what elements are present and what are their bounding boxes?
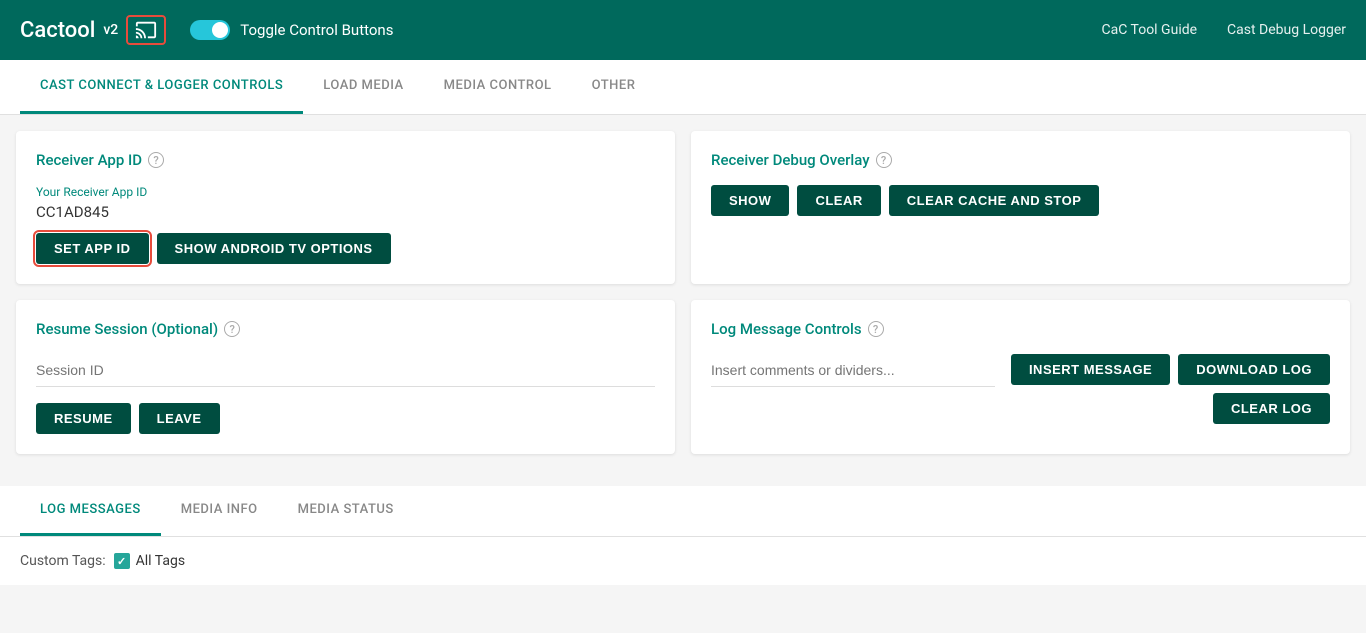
all-tags-checkbox[interactable] — [114, 553, 130, 569]
clear-cache-stop-button[interactable]: CLEAR CACHE AND STOP — [889, 185, 1100, 216]
main-content: Receiver App ID ? Your Receiver App ID C… — [0, 115, 1366, 486]
cast-icon-wrapper[interactable] — [126, 15, 166, 45]
cast-icon — [132, 19, 160, 41]
log-buttons-row-2: CLEAR LOG — [1213, 393, 1330, 424]
logo: Cactool v2 — [20, 15, 166, 45]
receiver-debug-buttons: SHOW CLEAR CLEAR CACHE AND STOP — [711, 185, 1330, 216]
insert-message-button[interactable]: INSERT MESSAGE — [1011, 354, 1170, 385]
bottom-cards-row: Resume Session (Optional) ? RESUME LEAVE… — [16, 300, 1350, 454]
resume-button[interactable]: RESUME — [36, 403, 131, 434]
receiver-debug-title: Receiver Debug Overlay ? — [711, 151, 1330, 169]
header-links: CaC Tool Guide Cast Debug Logger — [1102, 22, 1347, 38]
nav-tabs: CAST CONNECT & LOGGER CONTROLS LOAD MEDI… — [0, 60, 1366, 115]
toggle-control: Toggle Control Buttons — [190, 20, 1101, 40]
all-tags-checkbox-wrapper[interactable]: All Tags — [114, 553, 185, 569]
tab-media-control[interactable]: MEDIA CONTROL — [424, 60, 572, 114]
cac-tool-guide-link[interactable]: CaC Tool Guide — [1102, 22, 1198, 38]
show-android-tv-options-button[interactable]: SHOW ANDROID TV OPTIONS — [157, 233, 391, 264]
log-message-title: Log Message Controls ? — [711, 320, 1330, 338]
resume-session-buttons: RESUME LEAVE — [36, 403, 655, 434]
receiver-app-id-help-icon[interactable]: ? — [148, 152, 164, 168]
log-buttons-row-1: INSERT MESSAGE DOWNLOAD LOG — [1011, 354, 1330, 385]
log-comment-input[interactable] — [711, 354, 995, 387]
tab-media-info[interactable]: MEDIA INFO — [161, 486, 278, 536]
tab-cast-connect[interactable]: CAST CONNECT & LOGGER CONTROLS — [20, 60, 303, 114]
tab-media-status[interactable]: MEDIA STATUS — [278, 486, 414, 536]
log-buttons-column: INSERT MESSAGE DOWNLOAD LOG CLEAR LOG — [1011, 354, 1330, 424]
tab-log-messages[interactable]: LOG MESSAGES — [20, 486, 161, 536]
log-message-help-icon[interactable]: ? — [868, 321, 884, 337]
toggle-label: Toggle Control Buttons — [240, 21, 393, 39]
receiver-app-id-title: Receiver App ID ? — [36, 151, 655, 169]
toggle-button[interactable] — [190, 20, 230, 40]
receiver-debug-help-icon[interactable]: ? — [876, 152, 892, 168]
show-debug-button[interactable]: SHOW — [711, 185, 789, 216]
set-app-id-button[interactable]: SET APP ID — [36, 233, 149, 264]
resume-session-card: Resume Session (Optional) ? RESUME LEAVE — [16, 300, 675, 454]
receiver-app-id-value: CC1AD845 — [36, 203, 655, 221]
receiver-app-id-card: Receiver App ID ? Your Receiver App ID C… — [16, 131, 675, 284]
bottom-tabs: LOG MESSAGES MEDIA INFO MEDIA STATUS — [0, 486, 1366, 537]
logo-version: v2 — [103, 22, 118, 38]
app-header: Cactool v2 Toggle Control Buttons CaC To… — [0, 0, 1366, 60]
log-message-content: INSERT MESSAGE DOWNLOAD LOG CLEAR LOG — [711, 354, 1330, 424]
receiver-app-id-input-label: Your Receiver App ID — [36, 185, 655, 199]
resume-session-title: Resume Session (Optional) ? — [36, 320, 655, 338]
custom-tags-section: Custom Tags: All Tags — [0, 537, 1366, 585]
receiver-app-id-buttons: SET APP ID SHOW ANDROID TV OPTIONS — [36, 233, 655, 264]
tab-other[interactable]: OTHER — [572, 60, 656, 114]
clear-debug-button[interactable]: CLEAR — [797, 185, 880, 216]
download-log-button[interactable]: DOWNLOAD LOG — [1178, 354, 1330, 385]
log-message-card: Log Message Controls ? INSERT MESSAGE DO… — [691, 300, 1350, 454]
all-tags-label: All Tags — [136, 553, 185, 569]
receiver-debug-overlay-card: Receiver Debug Overlay ? SHOW CLEAR CLEA… — [691, 131, 1350, 284]
clear-log-button[interactable]: CLEAR LOG — [1213, 393, 1330, 424]
resume-session-help-icon[interactable]: ? — [224, 321, 240, 337]
leave-button[interactable]: LEAVE — [139, 403, 220, 434]
custom-tags-label: Custom Tags: — [20, 553, 106, 569]
cast-debug-logger-link[interactable]: Cast Debug Logger — [1227, 22, 1346, 38]
session-id-input[interactable] — [36, 354, 655, 387]
log-input-wrapper — [711, 354, 995, 403]
tab-load-media[interactable]: LOAD MEDIA — [303, 60, 423, 114]
top-cards-row: Receiver App ID ? Your Receiver App ID C… — [16, 131, 1350, 284]
logo-text: Cactool — [20, 18, 95, 43]
